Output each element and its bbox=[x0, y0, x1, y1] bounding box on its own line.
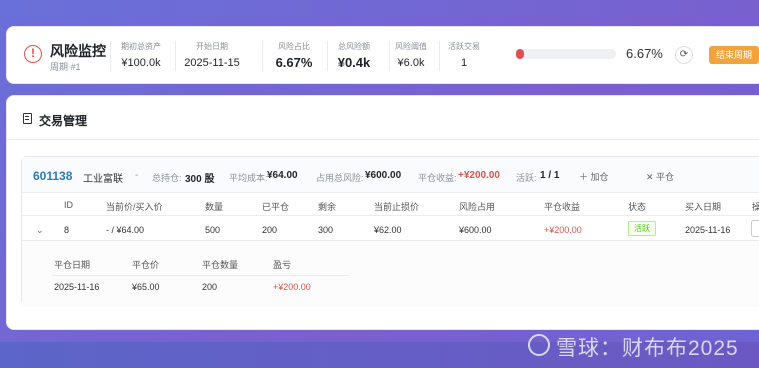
sub-column-header: 平仓价 bbox=[132, 260, 160, 270]
cell-qty: 500 bbox=[205, 225, 221, 235]
cell-price: - / ¥64.00 bbox=[106, 225, 145, 235]
column-header: 买入日期 bbox=[685, 202, 722, 212]
active-value: 1 / 1 bbox=[540, 170, 560, 181]
metric-active-trades: 活跃交易 1 bbox=[445, 41, 483, 69]
hold-label: 总持仓: bbox=[152, 173, 182, 183]
risk-progress-fill bbox=[516, 49, 524, 59]
risk-progress-text: 6.67% bbox=[626, 46, 663, 61]
metric-value: ¥0.4k bbox=[337, 55, 371, 70]
refresh-icon: ⟳ bbox=[679, 49, 689, 60]
sub-cell-qty: 200 bbox=[202, 282, 218, 292]
divider bbox=[7, 139, 759, 140]
metric-risk-ratio: 风险占比 6.67% bbox=[269, 41, 319, 70]
divider bbox=[262, 41, 263, 71]
column-header: 操 bbox=[752, 202, 759, 212]
sub-column-header: 盈亏 bbox=[273, 260, 292, 270]
sub-column-header: 平仓日期 bbox=[54, 260, 91, 270]
metric-label: 风险占比 bbox=[278, 42, 310, 51]
document-icon bbox=[23, 113, 32, 124]
metric-value: ¥100.0k bbox=[121, 57, 161, 69]
column-header: 风险占用 bbox=[459, 202, 496, 212]
column-header: 当前止损价 bbox=[374, 202, 420, 212]
cell-date: 2025-11-16 bbox=[685, 225, 731, 235]
row-action-input[interactable] bbox=[751, 220, 759, 237]
column-header: 数量 bbox=[205, 202, 224, 212]
metric-label: 活跃交易 bbox=[448, 42, 480, 51]
stock-code[interactable]: 601138 bbox=[33, 169, 72, 183]
status-badge: 活跃 bbox=[628, 221, 656, 236]
cell-remain: 300 bbox=[318, 225, 334, 235]
metric-value: ¥6.0k bbox=[397, 57, 425, 69]
risk-label: 占用总风险: bbox=[316, 173, 364, 183]
divider bbox=[175, 41, 176, 71]
metric-value: 1 bbox=[460, 57, 468, 69]
sub-column-header: 平仓数量 bbox=[202, 260, 239, 270]
column-header: 状态 bbox=[628, 202, 647, 212]
risk-title: 风险监控 bbox=[50, 43, 106, 59]
stock-group: 601138 工业富联 - 总持仓: 300 股 平均成本: ¥64.00 占用… bbox=[21, 156, 759, 307]
close-history-subtable: 平仓日期 平仓价 平仓数量 盈亏 2025-11-16 ¥65.00 200 +… bbox=[22, 241, 759, 307]
panel-title: 交易管理 bbox=[39, 114, 88, 128]
refresh-button[interactable]: ⟳ bbox=[675, 46, 693, 64]
metric-label: 风险阈值 bbox=[395, 42, 427, 51]
trade-management-panel: 交易管理 601138 工业富联 - 总持仓: 300 股 平均成本: ¥64.… bbox=[6, 95, 759, 330]
avg-cost-value: ¥64.00 bbox=[267, 170, 298, 181]
background-top bbox=[0, 0, 759, 16]
column-header: 当前价/买入价 bbox=[106, 202, 163, 212]
column-header: 已平仓 bbox=[262, 202, 290, 212]
add-position-button[interactable]: ＋ 加仓 bbox=[579, 170, 609, 183]
metric-start-date: 开始日期 2025-11-15 bbox=[181, 41, 243, 69]
hold-value: 300 股 bbox=[185, 174, 215, 185]
metric-value: 2025-11-15 bbox=[184, 57, 240, 69]
column-header: ID bbox=[64, 200, 73, 210]
sub-cell-pnl: +¥200.00 bbox=[273, 282, 311, 292]
metric-label: 开始日期 bbox=[196, 42, 228, 51]
metric-label: 总风险额 bbox=[338, 42, 370, 51]
watermark-logo-icon bbox=[528, 334, 550, 356]
cell-risk: ¥600.00 bbox=[459, 225, 492, 235]
risk-progress-bar bbox=[516, 49, 616, 59]
stock-name: 工业富联 bbox=[83, 174, 123, 185]
divider bbox=[22, 215, 759, 216]
column-header: 剩余 bbox=[318, 202, 337, 212]
close-position-button[interactable]: ✕ 平仓 bbox=[646, 170, 674, 183]
column-header: 平仓收益 bbox=[544, 202, 581, 212]
chevron-down-icon[interactable]: ⌄ bbox=[36, 225, 44, 236]
sub-cell-price: ¥65.00 bbox=[132, 282, 160, 292]
divider bbox=[327, 41, 328, 71]
stock-header: 601138 工业富联 - 总持仓: 300 股 平均成本: ¥64.00 占用… bbox=[22, 157, 759, 193]
period-label: 周期 #1 bbox=[50, 62, 81, 72]
end-period-button[interactable]: 结束周期 bbox=[709, 46, 759, 64]
profit-label: 平仓收益: bbox=[418, 173, 457, 183]
metric-label: 期初总资产 bbox=[121, 42, 161, 51]
risk-value: ¥600.00 bbox=[365, 170, 402, 181]
active-label: 活跃: bbox=[516, 173, 537, 183]
divider bbox=[439, 41, 440, 71]
watermark-text: 雪球：财布布2025 bbox=[556, 337, 739, 360]
divider bbox=[389, 41, 390, 71]
cell-id: 8 bbox=[64, 225, 70, 235]
divider bbox=[110, 41, 111, 71]
divider bbox=[52, 275, 350, 276]
metric-total-risk: 总风险额 ¥0.4k bbox=[332, 41, 376, 70]
metric-initial-assets: 期初总资产 ¥100.0k bbox=[117, 41, 165, 69]
sub-cell-date: 2025-11-16 bbox=[54, 282, 100, 292]
cell-stop-price: ¥62.00 bbox=[374, 225, 402, 235]
metric-value: 6.67% bbox=[275, 55, 313, 70]
alert-circle-icon: ! bbox=[24, 45, 42, 63]
separator-dash: - bbox=[135, 170, 139, 181]
metric-risk-threshold: 风险阈值 ¥6.0k bbox=[393, 41, 429, 69]
cell-profit: +¥200.00 bbox=[544, 225, 582, 235]
profit-value: +¥200.00 bbox=[458, 170, 500, 181]
avg-cost-label: 平均成本: bbox=[229, 173, 268, 183]
cell-closed: 200 bbox=[262, 225, 278, 235]
